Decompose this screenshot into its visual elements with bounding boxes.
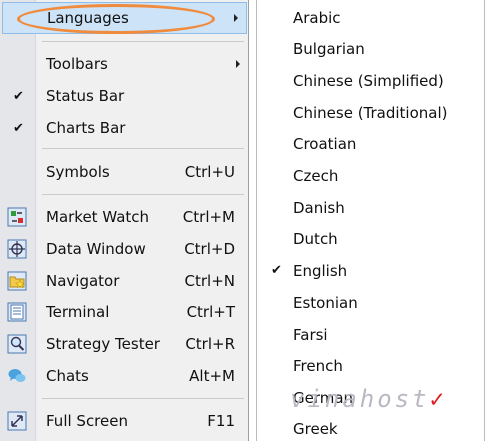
menu-item-charts-bar-label: Charts Bar — [46, 119, 126, 137]
menu-item-toolbars-label: Toolbars — [46, 55, 108, 73]
shortcut-label: Ctrl+T — [186, 303, 235, 321]
language-label: Danish — [293, 199, 345, 217]
market-watch-icon — [6, 206, 28, 228]
language-item[interactable]: German — [293, 383, 473, 413]
shortcut-label: Ctrl+U — [184, 163, 235, 181]
language-label: Dutch — [293, 230, 338, 248]
language-label: Chinese (Simplified) — [293, 72, 444, 90]
language-item[interactable]: Farsi — [293, 320, 473, 350]
check-icon: ✔ — [13, 88, 24, 104]
language-label: Bulgarian — [293, 40, 365, 58]
view-menu: Languages Toolbars ✔ Status Bar ✔ Charts… — [0, 0, 249, 441]
submenu-arrow-icon — [234, 14, 238, 22]
language-label: Estonian — [293, 294, 358, 312]
menu-item-data-window-label: Data Window — [46, 240, 146, 258]
language-item[interactable]: Dutch — [293, 224, 473, 254]
menu-item-languages[interactable]: Languages — [2, 2, 247, 34]
menu-separator — [42, 194, 244, 195]
language-item[interactable]: Danish — [293, 193, 473, 223]
magnifier-icon — [6, 333, 28, 355]
chat-bubbles-icon — [6, 365, 28, 387]
menu-item-symbols-label: Symbols — [46, 163, 110, 181]
menu-item-status-bar[interactable]: ✔ Status Bar — [0, 81, 248, 111]
menu-item-toolbars[interactable]: Toolbars — [0, 49, 248, 79]
menu-item-strategy-tester-label: Strategy Tester — [46, 335, 160, 353]
menu-item-data-window[interactable]: Data Window Ctrl+D — [0, 234, 248, 264]
shortcut-label: F11 — [207, 412, 235, 430]
menu-item-chats-label: Chats — [46, 367, 89, 385]
menu-separator — [42, 41, 244, 42]
folder-star-icon — [6, 270, 28, 292]
language-item[interactable]: Czech — [293, 161, 473, 191]
shortcut-label: Ctrl+M — [182, 208, 235, 226]
language-item[interactable]: Greek — [293, 414, 473, 444]
menu-separator — [42, 148, 244, 149]
menu-item-market-watch-label: Market Watch — [46, 208, 150, 226]
menu-item-charts-bar[interactable]: ✔ Charts Bar — [0, 113, 248, 143]
menu-item-navigator-label: Navigator — [46, 272, 120, 290]
language-label: Czech — [293, 167, 339, 185]
language-label: Farsi — [293, 326, 328, 344]
shortcut-label: Alt+M — [189, 367, 235, 385]
menu-item-languages-label: Languages — [47, 9, 129, 27]
fullscreen-icon — [6, 410, 28, 432]
menu-separator — [42, 398, 244, 399]
language-item-selected[interactable]: English — [293, 256, 473, 286]
menu-item-strategy-tester[interactable]: Strategy Tester Ctrl+R — [0, 329, 248, 359]
check-icon: ✔ — [13, 120, 24, 136]
language-item[interactable]: Bulgarian — [293, 34, 473, 64]
language-label: English — [293, 262, 348, 280]
shortcut-label: Ctrl+R — [185, 335, 235, 353]
submenu-arrow-icon — [236, 60, 240, 68]
language-label: Chinese (Traditional) — [293, 104, 448, 122]
language-item[interactable]: Estonian — [293, 288, 473, 318]
language-label: French — [293, 357, 343, 375]
menu-item-terminal[interactable]: Terminal Ctrl+T — [0, 297, 248, 327]
language-label: German — [293, 389, 354, 407]
language-item[interactable]: Chinese (Simplified) — [293, 66, 473, 96]
language-label: Arabic — [293, 9, 341, 27]
language-item[interactable]: Croatian — [293, 129, 473, 159]
menu-item-full-screen-label: Full Screen — [46, 412, 128, 430]
language-item[interactable]: Chinese (Traditional) — [293, 98, 473, 128]
menu-item-full-screen[interactable]: Full Screen F11 — [0, 406, 248, 436]
terminal-icon — [6, 301, 28, 323]
menu-item-chats[interactable]: Chats Alt+M — [0, 361, 248, 391]
shortcut-label: Ctrl+D — [184, 240, 235, 258]
menu-item-navigator[interactable]: Navigator Ctrl+N — [0, 266, 248, 296]
languages-submenu: Arabic Bulgarian Chinese (Simplified) Ch… — [256, 0, 485, 441]
menu-item-symbols[interactable]: Symbols Ctrl+U — [0, 157, 248, 187]
menu-item-status-bar-label: Status Bar — [46, 87, 125, 105]
language-item[interactable]: French — [293, 351, 473, 381]
language-label: Greek — [293, 420, 338, 438]
check-icon: ✔ — [271, 263, 282, 278]
menu-item-terminal-label: Terminal — [46, 303, 110, 321]
crosshair-icon — [6, 238, 28, 260]
language-label: Croatian — [293, 135, 357, 153]
menu-item-market-watch[interactable]: Market Watch Ctrl+M — [0, 202, 248, 232]
shortcut-label: Ctrl+N — [184, 272, 235, 290]
language-item[interactable]: Arabic — [293, 3, 473, 33]
